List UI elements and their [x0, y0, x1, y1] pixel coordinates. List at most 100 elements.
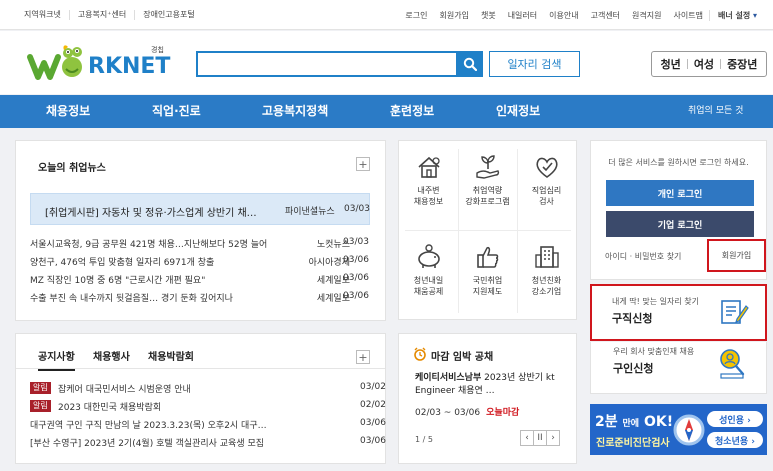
quick-menu-psych-test[interactable]: 직업심리 검사 [517, 147, 576, 224]
banner-line1-small: 만에 [622, 419, 640, 429]
main-nav: 채용정보 직업·진로 고용복지정책 훈련정보 인재정보 취업의 모든 것 [0, 95, 773, 128]
headline-source: 파이낸셜뉴스 [285, 207, 335, 217]
notices-more-button[interactable]: + [356, 350, 370, 364]
find-id-password-link[interactable]: 아이디 · 비밀번호 찾기 [605, 251, 681, 262]
notice-item[interactable]: 알림 잡케어 대국민서비스 시범운영 안내 03/02 [30, 382, 386, 396]
prev-icon[interactable]: ‹ [520, 430, 534, 446]
pause-icon[interactable]: II [533, 430, 547, 446]
banner-headline: 2분 만에 OK! [595, 411, 673, 431]
link-newsletter[interactable]: 내일러터 [502, 10, 543, 21]
deadline-job-link[interactable]: 케이티서비스남부 2023년 상반기 kt Engineer 채용연 … [415, 372, 575, 398]
target-middle-aged[interactable]: 중장년 [727, 56, 757, 72]
deadline-date: 02/03 ~ 03/06 [415, 408, 481, 418]
news-item[interactable]: 양천구, 476억 투입 맞춤형 일자리 6971개 창출 아시아경제 03/0… [30, 255, 375, 269]
nav-all-services[interactable]: 취업의 모든 것 [688, 95, 743, 128]
news-item[interactable]: 서울시교육청, 9급 공무원 421명 채용…지난해보다 52명 늘어 노컷뉴스… [30, 237, 375, 251]
link-guide[interactable]: 이용안내 [543, 10, 584, 21]
banner-youth-button[interactable]: 청소년용 › [707, 432, 763, 448]
headline-date: 03/03 [344, 204, 370, 214]
header: RKNET 경칩 일자리 검색 청년 여성 중장년 [0, 31, 773, 94]
nav-talent-info[interactable]: 인재정보 [496, 95, 540, 128]
building-icon [535, 246, 559, 268]
target-women[interactable]: 여성 [694, 56, 714, 72]
top-left-links: 지역워크넷 고용복지⁺센터 장애인고용포털 [16, 0, 203, 30]
link-local-worknet[interactable]: 지역워크넷 [16, 10, 70, 20]
headline-text: [취업게시판] 자동차 및 정유·가스업계 상반기 채… [45, 208, 257, 219]
talent-request-title: 구인신청 [613, 362, 654, 375]
nav-welfare-policy[interactable]: 고용복지정책 [262, 95, 328, 128]
news-item-title: 수출 부진 속 내수까지 뒷걸음질… 경기 둔화 깊어지나 [30, 294, 233, 304]
quick-menu-nearby-jobs[interactable]: 내주변 채용정보 [399, 147, 458, 224]
news-item[interactable]: MZ 직장인 10명 중 6명 "근로시간 개편 필요" 세계일보 03/06 [30, 273, 375, 287]
next-icon[interactable]: › [546, 430, 560, 446]
quick-menu-youth-savings[interactable]: 청년내일 채움공제 [399, 237, 458, 314]
notice-item-date: 03/06 [360, 436, 386, 446]
link-chatbot[interactable]: 챗봇 [475, 10, 502, 21]
news-item[interactable]: 수출 부진 속 내수까지 뒷걸음질… 경기 둔화 깊어지나 세계일보 03/06 [30, 291, 375, 305]
news-title: 오늘의 취업뉴스 [38, 163, 106, 174]
thumbs-up-icon [477, 247, 499, 268]
quick-menu-label: 청년친화 강소기업 [531, 276, 562, 296]
news-item-title: MZ 직장인 10명 중 6명 "근로시간 개편 필요" [30, 276, 206, 286]
plus-icon: + [358, 157, 368, 171]
nav-job-info[interactable]: 채용정보 [46, 95, 90, 128]
signup-button[interactable]: 회원가입 [707, 239, 766, 272]
quick-menu-national-employment-support[interactable]: 국민취업 지원제도 [458, 237, 517, 314]
career-test-banner[interactable]: 2분 만에 OK! 진로준비진단검사 성인용 › 청소년용 › [590, 404, 767, 455]
link-login[interactable]: 로그인 [399, 10, 433, 21]
link-remote-support[interactable]: 원격지원 [626, 10, 667, 21]
news-headline[interactable]: [취업게시판] 자동차 및 정유·가스업계 상반기 채… 파이낸셜뉴스 03/0… [30, 193, 370, 225]
nav-career[interactable]: 직업·진로 [152, 95, 201, 128]
banner-adult-button[interactable]: 성인용 › [707, 411, 763, 427]
quick-menu-label: 내주변 채용정보 [413, 186, 444, 206]
banner-setting-button[interactable]: 배너 설정 ▾ [708, 9, 763, 21]
target-youth[interactable]: 청년 [661, 56, 681, 72]
banner-setting-label: 배너 설정 [717, 10, 751, 20]
document-pen-icon [721, 300, 749, 324]
quick-menu-label: 국민취업 지원제도 [472, 276, 503, 296]
link-disabled-employment-portal[interactable]: 장애인고용포털 [135, 10, 203, 20]
job-search-button[interactable]: 일자리 검색 [489, 51, 580, 77]
target-group-selector: 청년 여성 중장년 [651, 51, 767, 77]
notice-item-title: 2023 대한민국 채용박람회 [58, 403, 162, 413]
sprout-hand-icon [476, 155, 500, 179]
talent-request-sub: 우리 회사 맞춤인재 채용 [613, 347, 695, 356]
notice-item-date: 03/02 [360, 382, 386, 392]
notice-item-title: 대구권역 구인 구직 만남의 날 2023.3.23(목) 오후2시 대구… [30, 421, 267, 431]
link-customer-center[interactable]: 고객센터 [585, 10, 626, 21]
news-panel: 오늘의 취업뉴스 + [취업게시판] 자동차 및 정유·가스업계 상반기 채… … [15, 140, 386, 321]
search-button[interactable] [456, 51, 483, 77]
talent-request-box[interactable]: 우리 회사 맞춤인재 채용 구인신청 [590, 342, 767, 394]
notice-item[interactable]: 대구권역 구인 구직 만남의 날 2023.3.23(목) 오후2시 대구… 0… [30, 418, 386, 432]
job-request-box[interactable]: 내게 딱! 맞는 일자리 찾기 구직신청 [590, 284, 767, 341]
link-employment-welfare-center[interactable]: 고용복지⁺센터 [70, 10, 136, 20]
link-signup[interactable]: 회원가입 [434, 10, 475, 21]
notice-item-title: 잡케어 대국민서비스 시범운영 안내 [58, 385, 191, 395]
piggy-bank-icon [418, 244, 440, 268]
alarm-clock-icon [414, 347, 426, 361]
quick-menu-youth-friendly-company[interactable]: 청년친화 강소기업 [517, 237, 576, 314]
quick-menu-capacity-program[interactable]: 취업역량 강화프로그램 [458, 147, 517, 224]
notice-item[interactable]: [부산 수영구] 2023년 2기(4월) 호텔 객실관리사 교육생 모집 03… [30, 436, 386, 450]
link-sitemap[interactable]: 사이트맵 [668, 10, 709, 21]
notice-item-date: 02/02 [360, 400, 386, 410]
worknet-logo[interactable]: RKNET 경칩 [26, 43, 171, 83]
deadline-today-label: 오늘마감 [486, 408, 520, 418]
personal-login-button[interactable]: 개인 로그인 [606, 180, 754, 206]
notice-item[interactable]: 알림 2023 대한민국 채용박람회 02/02 [30, 400, 386, 414]
notice-item-title: [부산 수영구] 2023년 2기(4월) 호텔 객실관리사 교육생 모집 [30, 439, 265, 449]
banner-ok: OK! [643, 414, 674, 430]
notice-item-date: 03/06 [360, 418, 386, 428]
news-more-button[interactable]: + [356, 157, 370, 171]
house-map-icon [418, 156, 440, 178]
login-panel: 더 많은 서비스를 원하시면 로그인 하세요. 개인 로그인 기업 로그인 아이… [590, 140, 767, 280]
search-input[interactable] [196, 51, 458, 77]
news-item-date: 03/06 [343, 291, 369, 301]
company-login-button[interactable]: 기업 로그인 [606, 211, 754, 237]
news-item-date: 03/03 [343, 237, 369, 247]
tab-job-fair[interactable]: 채용박람회 [148, 348, 194, 363]
tab-recruit-events[interactable]: 채용행사 [93, 348, 130, 363]
deadline-page-indicator: 1 / 5 [415, 435, 433, 444]
nav-training-info[interactable]: 훈련정보 [390, 95, 434, 128]
news-item-date: 03/06 [343, 255, 369, 265]
